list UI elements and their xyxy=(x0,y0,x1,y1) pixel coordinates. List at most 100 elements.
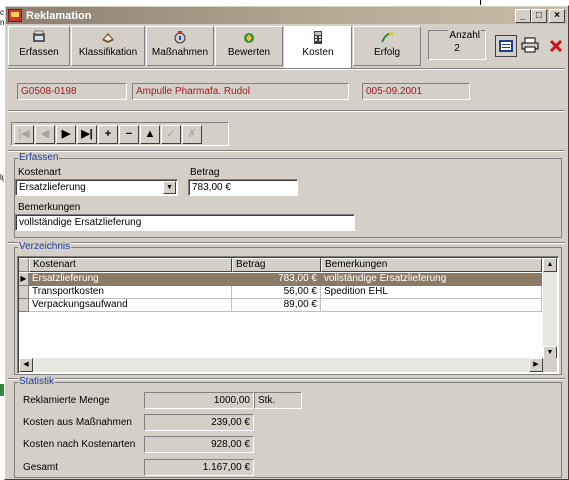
reklamation-date: 005-09.2001 xyxy=(362,83,470,100)
reklamation-number: G0508-0198 xyxy=(17,83,127,100)
statistik-group: Statistik Reklamierte Menge 1000,00 Stk.… xyxy=(14,376,562,478)
maximize-button[interactable]: □ xyxy=(531,9,547,23)
table-header-indicator xyxy=(19,258,29,272)
verzeichnis-group: Verzeichnis Kostenart Betrag Bemerkungen… xyxy=(14,241,562,375)
tab-label: Klassifikation xyxy=(78,47,138,58)
anzahl-label: Anzahl xyxy=(448,30,481,41)
delete-record-button[interactable]: − xyxy=(119,125,139,144)
cell-bemerkungen: Spedition EHL xyxy=(321,286,542,299)
measures-icon xyxy=(172,30,188,45)
app-icon xyxy=(8,9,22,22)
module-toolbar: Erfassen Klassifikation Maßnahmen Bewert… xyxy=(8,26,567,68)
print-preview-button[interactable] xyxy=(495,35,517,57)
edit-record-button[interactable]: ▲ xyxy=(140,125,160,144)
last-record-button[interactable]: ▶| xyxy=(77,125,97,144)
row-selector[interactable] xyxy=(19,286,29,299)
kostenart-label: Kostenart xyxy=(18,167,61,178)
erfassen-group: Erfassen Kostenart Ersatzlieferung ▼ Bet… xyxy=(14,152,562,238)
stat-value-massnahmen: 239,00 € xyxy=(144,414,254,431)
tab-erfolg[interactable]: Erfolg xyxy=(353,26,421,66)
stat-label-menge: Reklamierte Menge xyxy=(23,395,110,406)
scroll-up-arrow-icon[interactable]: ▲ xyxy=(543,258,557,272)
printer-icon xyxy=(521,37,539,56)
tab-bewerten[interactable]: Bewerten xyxy=(215,26,283,66)
anzahl-value: 2 xyxy=(454,43,460,54)
window-title: Reklamation xyxy=(26,9,92,22)
scroll-corner xyxy=(543,358,557,372)
cell-bemerkungen xyxy=(321,299,542,312)
cell-kostenart: Verpackungsaufwand xyxy=(29,299,232,312)
record-navigator: |◀ ◀ ▶ ▶| + − ▲ ✓ ✗ xyxy=(11,122,229,146)
divider xyxy=(8,378,565,380)
reklamation-window: Reklamation _ □ × Erfassen Klassifikatio… xyxy=(4,5,569,480)
kostenart-select[interactable]: Ersatzlieferung ▼ xyxy=(15,179,178,196)
betrag-input[interactable]: 783,00 € xyxy=(188,179,298,196)
window-controls: _ □ × xyxy=(515,9,565,23)
stat-label-kostenarten: Kosten nach Kostenarten xyxy=(23,439,136,450)
statistik-title: Statistik xyxy=(18,376,56,387)
tab-label: Bewerten xyxy=(227,47,271,58)
column-header-bemerkungen[interactable]: Bemerkungen xyxy=(321,258,542,272)
bemerkungen-input[interactable]: vollständige Ersatzlieferung xyxy=(15,214,355,231)
product-name: Ampulle Pharmafa. Rudol xyxy=(132,83,349,100)
kostenart-value: Ersatzlieferung xyxy=(19,182,86,193)
calculator-icon xyxy=(310,30,326,45)
delete-x-icon xyxy=(548,39,564,57)
row-selector[interactable] xyxy=(19,299,29,312)
horizontal-scrollbar[interactable]: ◀ ▶ xyxy=(19,358,543,372)
preview-icon xyxy=(498,40,514,56)
cost-table: Kostenart Betrag Bemerkungen ▶ Ersatzlie… xyxy=(17,256,559,374)
print-button[interactable] xyxy=(519,35,541,57)
stat-value-kostenarten: 928,00 € xyxy=(144,436,254,453)
cell-betrag: 783,00 € xyxy=(232,273,321,286)
add-record-button[interactable]: + xyxy=(98,125,118,144)
cell-kostenart: Ersatzlieferung xyxy=(29,273,232,286)
divider xyxy=(8,68,565,70)
scroll-left-arrow-icon[interactable]: ◀ xyxy=(19,358,33,372)
tab-erfassen[interactable]: Erfassen xyxy=(8,26,70,66)
tab-label: Erfassen xyxy=(19,47,59,58)
divider xyxy=(8,110,565,112)
row-selector-arrow[interactable]: ▶ xyxy=(19,273,29,286)
vertical-scrollbar[interactable]: ▲ ▼ xyxy=(543,258,557,360)
stat-label-gesamt: Gesamt xyxy=(23,462,59,473)
save-record-button[interactable]: ✓ xyxy=(161,125,181,144)
tab-label: Maßnahmen xyxy=(151,47,209,58)
tab-kosten[interactable]: Kosten xyxy=(284,26,352,68)
title-bar[interactable]: Reklamation _ □ × xyxy=(6,7,567,24)
clipboard-icon xyxy=(100,30,116,45)
success-icon xyxy=(379,30,395,45)
verzeichnis-title: Verzeichnis xyxy=(18,241,72,252)
chevron-down-icon[interactable]: ▼ xyxy=(163,181,176,194)
bemerkungen-label: Bemerkungen xyxy=(18,202,81,213)
tab-massnahmen[interactable]: Maßnahmen xyxy=(146,26,214,66)
divider xyxy=(8,150,565,152)
cancel-record-button[interactable]: ✗ xyxy=(182,125,202,144)
close-button[interactable]: × xyxy=(549,9,565,23)
first-record-button[interactable]: |◀ xyxy=(14,125,34,144)
divider xyxy=(8,242,565,244)
cell-bemerkungen: vollständige Ersatzlieferung xyxy=(321,273,542,286)
cell-betrag: 56,00 € xyxy=(232,286,321,299)
cell-betrag: 89,00 € xyxy=(232,299,321,312)
column-header-kostenart[interactable]: Kostenart xyxy=(29,258,232,272)
minimize-button[interactable]: _ xyxy=(515,9,531,23)
delete-button[interactable] xyxy=(545,35,567,57)
stat-unit-menge: Stk. xyxy=(254,392,302,409)
stat-value-menge: 1000,00 xyxy=(144,392,254,409)
betrag-label: Betrag xyxy=(190,167,220,178)
tab-label: Erfolg xyxy=(373,47,401,58)
next-record-button[interactable]: ▶ xyxy=(56,125,76,144)
scroll-right-arrow-icon[interactable]: ▶ xyxy=(529,358,543,372)
stat-value-gesamt: 1.167,00 € xyxy=(144,459,254,476)
scanner-icon xyxy=(31,30,47,45)
erfassen-title: Erfassen xyxy=(18,152,60,163)
tab-klassifikation[interactable]: Klassifikation xyxy=(71,26,145,66)
stat-label-massnahmen: Kosten aus Maßnahmen xyxy=(23,417,132,428)
rating-icon xyxy=(241,30,257,45)
previous-record-button[interactable]: ◀ xyxy=(35,125,55,144)
column-header-betrag[interactable]: Betrag xyxy=(232,258,321,272)
tab-label: Kosten xyxy=(302,47,334,58)
cell-kostenart: Transportkosten xyxy=(29,286,232,299)
anzahl-box: Anzahl 2 xyxy=(428,30,486,60)
